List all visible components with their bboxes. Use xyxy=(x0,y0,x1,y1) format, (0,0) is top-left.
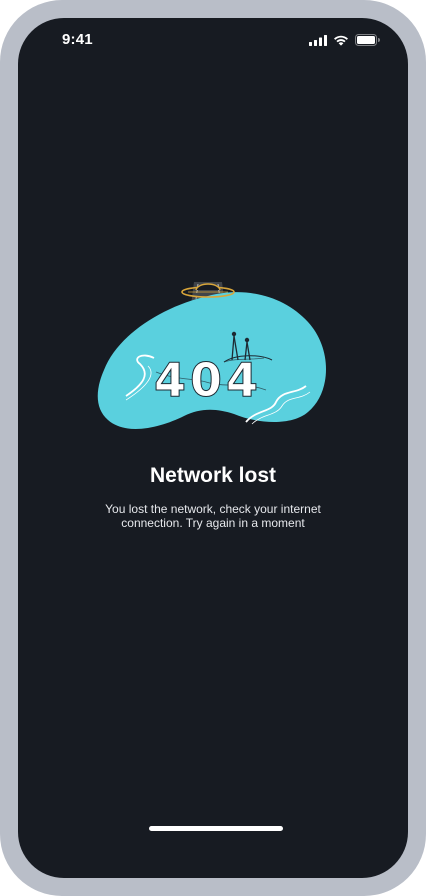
home-indicator[interactable] xyxy=(149,826,283,831)
illustration-404-text: 404 xyxy=(154,353,262,407)
network-lost-404-illustration: 404 xyxy=(97,282,326,429)
error-description: You lost the network, check your interne… xyxy=(105,502,321,530)
device-frame: 9:41 404 Network lost You lost the netwo… xyxy=(0,0,426,896)
status-icons xyxy=(309,34,380,46)
status-bar: 9:41 xyxy=(18,18,408,64)
wifi-icon xyxy=(334,35,348,46)
error-title: Network lost xyxy=(149,464,277,487)
cellular-signal-icon xyxy=(309,34,327,46)
app-screen: 9:41 404 Network lost You lost the netwo… xyxy=(18,18,408,878)
battery-icon xyxy=(355,34,380,46)
status-time: 9:41 xyxy=(62,31,93,48)
